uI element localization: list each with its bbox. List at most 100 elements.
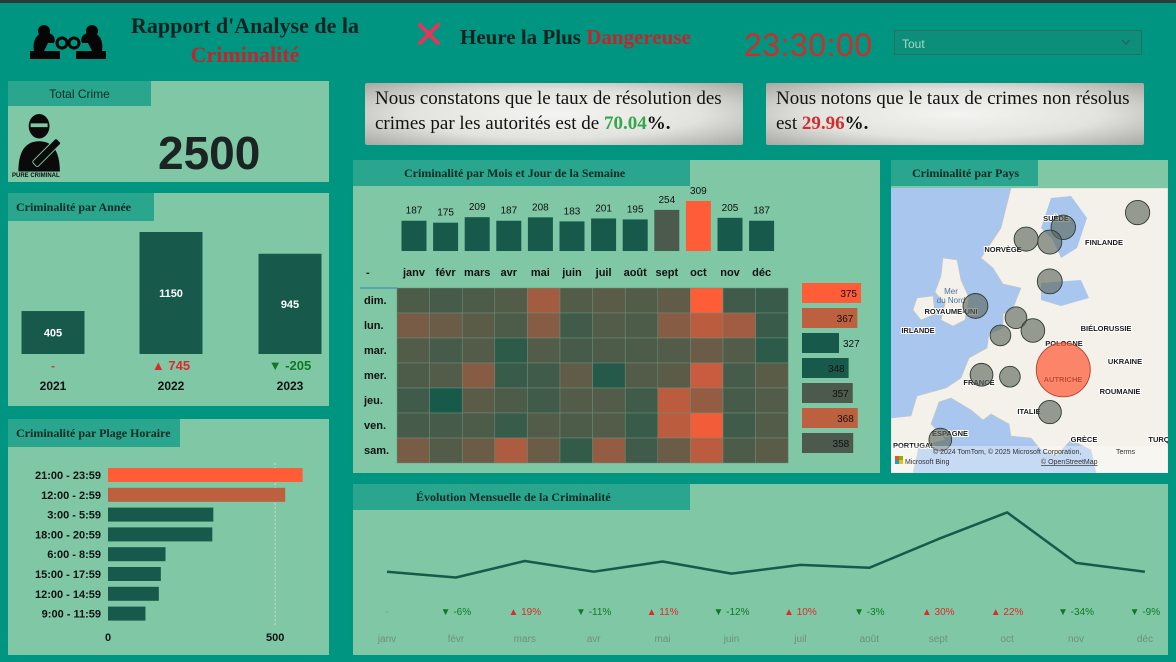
heatmap-row-label: dim. (364, 295, 387, 307)
heatmap-row-label: jeu. (363, 395, 383, 407)
heatmap-cell (690, 287, 724, 314)
bing-logo-square (899, 456, 903, 460)
heatmap-cell (396, 437, 430, 464)
month-change-label: ▼ -3% (854, 607, 885, 618)
month-change-label: ▲ 10% (784, 607, 817, 618)
month-change-label: ▲ 22% (991, 607, 1024, 618)
heatmap-cell (690, 312, 724, 339)
x-tick-label: 500 (266, 632, 284, 644)
heatmap-cell (755, 412, 789, 439)
heatmap-cell (657, 412, 691, 439)
month-bar (622, 219, 648, 251)
year-chart: 405 - 2021 1150 ▲ 745 2022 945 ▼ -205 2023 (21, 232, 322, 393)
country-map[interactable]: SUÈDEFINLANDENORVÈGEMerdu NordROYAUME-UN… (891, 188, 1168, 473)
country-bubble (999, 365, 1021, 388)
heatmap-cell (559, 437, 593, 464)
heatmap-cell (527, 387, 561, 414)
heatmap-cell (461, 412, 496, 439)
month-bar-label: 195 (627, 204, 644, 215)
evolution-tick-label: sept (929, 634, 948, 645)
unresolved-rate-value: 29.96 (801, 113, 845, 134)
heatmap-cell (657, 387, 691, 414)
month-tick-label: avr (501, 267, 518, 279)
resolution-rate-value: 70.04 (603, 113, 647, 134)
map-label: ROUMANIE (1100, 387, 1141, 396)
heatmap-cell (722, 437, 756, 464)
heatmap-cell (657, 312, 691, 339)
month-change-label: ▲ 30% (922, 607, 955, 618)
heatmap-cell (755, 437, 789, 464)
evolution-panel: Évolution Mensuelle de la Criminalité -j… (353, 484, 1168, 655)
evolution-line (386, 511, 1146, 579)
year-bar-label: 405 (44, 328, 62, 340)
month-tick-label: oct (690, 267, 707, 279)
month-bar-label: 187 (500, 206, 517, 217)
month-change-label: ▲ 11% (647, 607, 679, 618)
month-bar-label: 205 (722, 203, 739, 214)
month-bar-label: 208 (532, 202, 549, 213)
heatmap-cell (461, 387, 496, 414)
total-crime-card: Total Crime PURE CRIMINAL 2500 (8, 81, 329, 182)
heatmap-cell (429, 387, 463, 414)
map-attribution-line2: © OpenStreetMap (1041, 458, 1098, 466)
month-tick-label: juin (561, 267, 582, 279)
evolution-tick-label: oct (1000, 634, 1014, 645)
month-tick-label: mai (531, 267, 550, 279)
month-change-label: - (385, 607, 388, 618)
heatmap-cell (755, 287, 789, 314)
heatmap-cell (722, 337, 756, 364)
heatmap-cell (592, 437, 626, 464)
month-tick-label: juil (595, 267, 612, 279)
country-bubble (989, 324, 1012, 347)
row-total-label: 367 (837, 314, 854, 325)
month-change-label: ▼ -9% (1130, 607, 1161, 618)
heatmap-cell (592, 412, 626, 439)
heatmap-cell (592, 362, 626, 389)
map-label: BIÉLORUSSIE (1081, 324, 1132, 333)
heatmap-cell (657, 437, 691, 464)
heatmap-cell (559, 312, 593, 339)
month-bar (496, 220, 522, 251)
evolution-tick-label: juin (723, 634, 740, 645)
unresolved-rate-note: Nous notons que le taux de crimes non ré… (766, 83, 1144, 145)
heatmap-cell (657, 337, 691, 364)
heatmap-cell (592, 337, 626, 364)
heatmap-cell (624, 412, 659, 439)
country-bubble (1037, 400, 1062, 425)
filter-dropdown[interactable]: Tout (894, 30, 1142, 55)
heatmap-cell (461, 287, 496, 314)
heatmap-cell (396, 287, 430, 314)
evolution-tick-label: avr (587, 634, 602, 645)
month-bar (559, 221, 585, 251)
criminal-icon (18, 113, 62, 172)
row-total-label: 348 (828, 364, 845, 375)
heatmap-cell (657, 362, 691, 389)
evolution-tick-label: mars (514, 634, 536, 645)
hour-range-label: 9:00 - 11:59 (42, 609, 101, 621)
month-bar-label: 187 (406, 206, 423, 217)
heatmap-cell (429, 287, 463, 314)
country-panel-title: Criminalité par Pays (891, 160, 1038, 186)
month-tick-label: sept (655, 267, 678, 279)
heatmap-cell (559, 337, 593, 364)
heatmap-row-label: lun. (364, 320, 384, 332)
x-tick-label: 0 (105, 632, 111, 644)
hour-bar (108, 527, 213, 542)
year-bar-label: 1150 (159, 288, 183, 300)
heatmap-cell (722, 312, 756, 339)
map-label: ITALIE (1017, 407, 1040, 416)
heatmap-cell (690, 412, 724, 439)
heatmap-cell (722, 387, 756, 414)
year-tick-label: 2022 (158, 379, 185, 393)
bing-logo-square (895, 460, 899, 464)
heatmap-cell (559, 362, 593, 389)
heatmap-cell (559, 412, 593, 439)
heatmap-cell (527, 337, 561, 364)
hour-range-label: 12:00 - 14:59 (35, 589, 101, 601)
row-total-bar (802, 333, 839, 353)
page-title: Rapport d'Analyse de la Criminalité (131, 13, 359, 67)
row-total-label: 358 (833, 439, 850, 450)
map-label: FINLANDE (1085, 238, 1123, 247)
year-bar-label: 945 (281, 299, 299, 311)
heatmap-cell (494, 312, 528, 339)
